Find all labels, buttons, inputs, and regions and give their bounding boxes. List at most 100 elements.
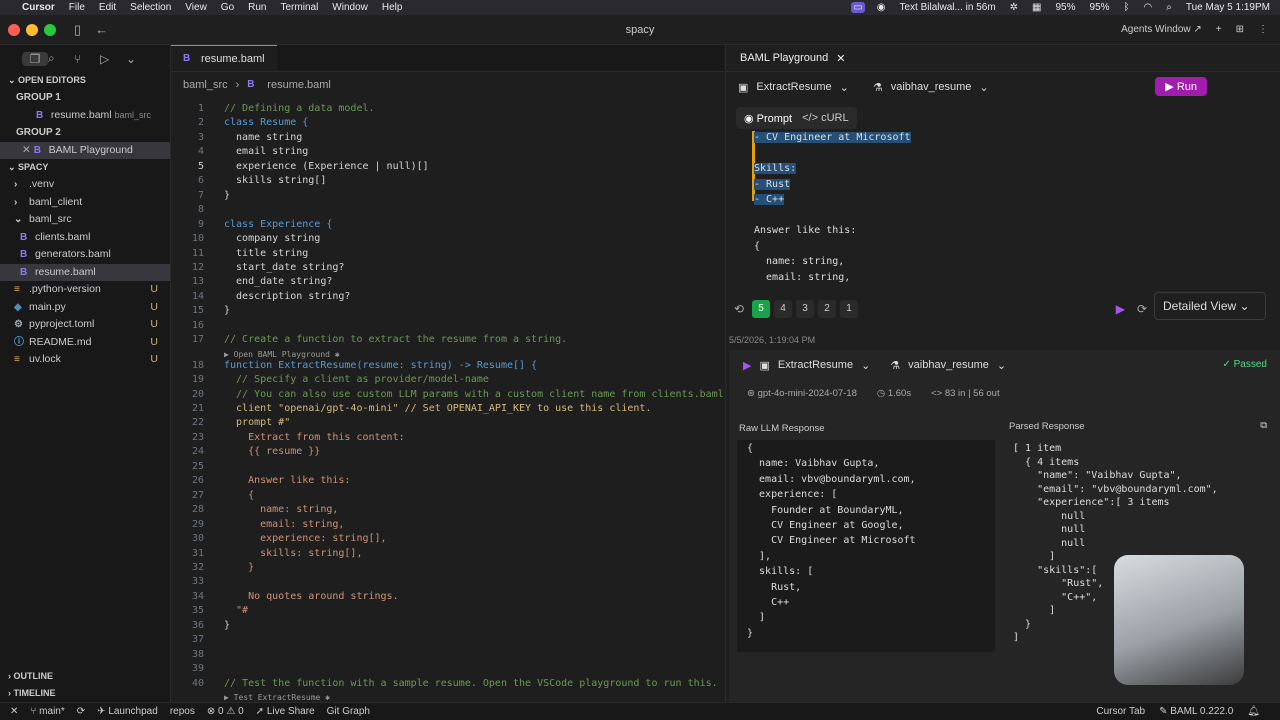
bell-icon[interactable]: 🔔︎ [1247,706,1260,717]
tree-item-pyproject-toml[interactable]: ⚙ pyproject.toml U [0,316,170,334]
tab-resume-baml[interactable]: Bresume.baml [171,45,277,71]
timeline-header[interactable]: › TIMELINE [0,685,170,702]
repos[interactable]: repos [170,706,195,717]
tab-curl[interactable]: </> cURL [802,112,848,124]
toggle-sidebar-icon[interactable]: ▯ [74,22,81,38]
tree-item-resume-baml[interactable]: Bresume.baml [0,263,170,281]
baml-file-icon: B [36,109,44,121]
tree-item--python-version[interactable]: ≡ .python-version U [0,281,170,299]
live-share[interactable]: ➚ Live Share [256,706,315,717]
project-header[interactable]: ⌄ SPACY [0,159,170,176]
tree-item-label: baml_src [29,213,72,225]
menu-run[interactable]: Run [248,2,266,13]
tree-item-clients-baml[interactable]: Bclients.baml [0,229,170,247]
group2-header[interactable]: GROUP 2 [0,124,170,142]
chevron-down-icon[interactable]: ⌄ [126,52,152,66]
history-run-4[interactable]: 4 [774,300,793,318]
grid-icon[interactable]: ▦ [1030,2,1043,13]
tree-item-baml-src[interactable]: ⌄ baml_src [0,211,170,229]
test-select[interactable]: vaibhav_resume [891,81,972,93]
app-menu[interactable]: Cursor [22,2,55,13]
chevron-down-icon[interactable]: ⌄ [840,81,849,94]
menu-view[interactable]: View [185,2,207,13]
tree-item-generators-baml[interactable]: Bgenerators.baml [0,246,170,264]
breadcrumb-folder[interactable]: baml_src [183,79,228,91]
copy-icon[interactable]: ⧉ [1260,420,1267,431]
close-icon[interactable]: ✕ [836,52,845,65]
tree-item-readme-md[interactable]: ⓘ README.md U [0,334,170,352]
outline-header[interactable]: › OUTLINE [0,668,170,685]
menu-terminal[interactable]: Terminal [281,2,319,13]
baml-version[interactable]: ✎ BAML 0.222.0 [1159,706,1233,717]
bluetooth-icon[interactable]: ᛒ [1122,2,1132,13]
branch[interactable]: ⑂ main* [30,706,64,717]
record-icon[interactable]: ◉ [875,2,888,13]
history-run-5[interactable]: 5 [752,300,771,318]
run-debug-icon[interactable]: ▷ [100,52,126,66]
run-button[interactable]: ▶ Run [1155,77,1207,96]
cursor-tab[interactable]: Cursor Tab [1096,706,1145,717]
group1-header[interactable]: GROUP 1 [0,89,170,107]
menu-window[interactable]: Window [332,2,368,13]
wifi-icon[interactable]: ◠ [1142,2,1155,13]
code-line: experience (Experience | null)[] [224,160,429,172]
function-select[interactable]: ExtractResume [756,81,831,93]
open-editors-header[interactable]: ⌄ OPEN EDITORS [0,72,170,89]
raw-response[interactable]: { name: Vaibhav Gupta, email: vbv@bounda… [737,440,995,652]
battery-status[interactable]: 95% [1054,2,1078,13]
history-run-3[interactable]: 3 [796,300,815,318]
tree-item--venv[interactable]: › .venv [0,176,170,194]
open-editor-resume[interactable]: B resume.baml baml_src [0,107,170,125]
brightness-icon[interactable]: ✲ [1008,2,1020,13]
screen-record-icon[interactable]: ▭ [851,2,865,13]
codelens-test-function[interactable]: ▶ Test ExtractResume ✱ [224,693,330,702]
result-test[interactable]: vaibhav_resume [908,359,989,371]
files-icon[interactable]: ❐ [22,51,48,66]
breadcrumb-file[interactable]: resume.baml [267,79,331,91]
source-control-icon[interactable]: ⑂ [74,52,100,66]
close-icon[interactable]: ✕ [22,144,31,156]
open-editor-playground[interactable]: ✕ B BAML Playground [0,141,170,159]
tab-baml-playground[interactable]: BAML Playground ✕ [726,45,1280,72]
launchpad[interactable]: ✈ Launchpad [97,706,158,717]
more-icon[interactable]: ⋮ [1258,24,1268,35]
menu-edit[interactable]: Edit [99,2,116,13]
tree-item-baml-client[interactable]: › baml_client [0,194,170,212]
battery-status-2[interactable]: 95% [1088,2,1112,13]
agents-window-link[interactable]: Agents Window ↗ [1121,24,1202,35]
play-icon[interactable]: ▶ [1116,302,1125,316]
play-icon[interactable]: ▶ [743,359,751,372]
code-area[interactable]: 1 // Defining a data model. 2 class Resume … [171,97,724,702]
close-window-button[interactable] [8,23,20,36]
datetime[interactable]: Tue May 5 1:19PM [1184,2,1272,13]
menu-selection[interactable]: Selection [130,2,171,13]
minimize-window-button[interactable] [26,23,38,36]
menu-file[interactable]: File [69,2,85,13]
remote-icon[interactable]: ✕ [10,706,18,717]
history-icon[interactable]: ⟲ [734,302,744,316]
new-icon[interactable]: + [1216,24,1222,35]
layout-icon[interactable]: ⊞ [1236,24,1244,35]
problems[interactable]: ⊗ 0 ⚠ 0 [207,706,244,717]
view-select[interactable]: Detailed View ⌄ [1154,292,1266,320]
sync-icon[interactable]: ⟳ [77,706,85,717]
tab-prompt[interactable]: ◉ Prompt [744,112,792,125]
zoom-window-button[interactable] [44,23,56,36]
history-run-2[interactable]: 2 [818,300,837,318]
menu-help[interactable]: Help [382,2,403,13]
search-icon[interactable]: ⌕ [1164,2,1174,13]
chevron-down-icon[interactable]: ⌄ [979,81,988,94]
menu-go[interactable]: Go [221,2,234,13]
prompt-preview[interactable]: - CV Engineer at Microsoft Skills: - Rust -… [754,131,1254,291]
code-line: description string? [224,290,351,302]
refresh-icon[interactable]: ⟳ [1137,302,1147,316]
codelens-open-playground[interactable]: ▶ Open BAML Playground ✱ [224,350,340,359]
reminder-notice[interactable]: Text Bilalwal... in 56m [898,2,998,13]
tree-item-uv-lock[interactable]: ≡ uv.lock U [0,351,170,369]
result-function[interactable]: ExtractResume [778,359,853,371]
back-arrow-icon[interactable]: ← [95,22,108,38]
search-icon[interactable]: ⌕ [48,51,74,66]
history-run-1[interactable]: 1 [840,300,859,318]
git-graph[interactable]: Git Graph [327,706,370,717]
tree-item-main-py[interactable]: ◆ main.py U [0,299,170,317]
